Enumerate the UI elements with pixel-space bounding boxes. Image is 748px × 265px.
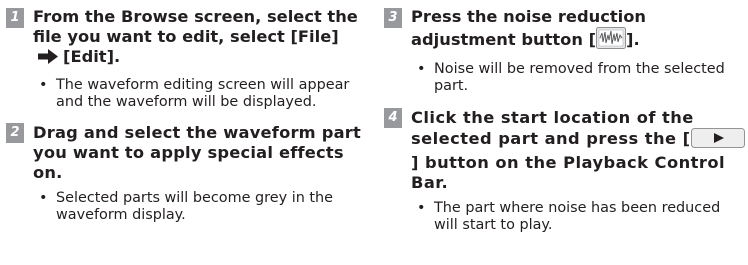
step-bullet: • Noise will be removed from the selecte… (411, 61, 746, 95)
step-bullet: • The part where noise has been reduced … (411, 200, 746, 234)
bullet-dot: • (39, 190, 48, 206)
step-title: Drag and select the waveform part you wa… (33, 123, 361, 182)
step-bullet: • Selected parts will become grey in the… (33, 190, 366, 224)
step-title-text-end: ] button on the Playback Control Bar. (411, 153, 725, 192)
right-column: 3 Press the noise reduction adjustment b… (384, 0, 746, 234)
right-arrow-icon (37, 48, 59, 70)
bullet-text: Noise will be removed from the selected … (434, 61, 725, 94)
step-2: 2 Drag and select the waveform part you … (6, 123, 366, 224)
step-4: 4 Click the start location of the select… (384, 108, 746, 234)
bullet-dot: • (39, 77, 48, 93)
step-title: Press the noise reduction adjustment but… (411, 7, 746, 54)
step-number: 2 (6, 123, 24, 143)
bullet-text: The part where noise has been reduced wi… (434, 200, 721, 233)
bullet-dot: • (417, 200, 426, 216)
step-title: Click the start location of the selected… (411, 108, 746, 193)
step-number: 3 (384, 8, 402, 28)
step-title-text-end: [Edit]. (63, 47, 121, 66)
bullet-text: The waveform editing screen will appear … (56, 77, 350, 110)
step-title-text: Click the start location of the selected… (411, 108, 694, 148)
play-button-icon (690, 128, 745, 153)
step-number: 4 (384, 108, 402, 128)
bullet-dot: • (417, 61, 426, 77)
step-1: 1 From the Browse screen, select the fil… (6, 7, 366, 111)
bullet-text: Selected parts will become grey in the w… (56, 190, 334, 223)
noise-reduction-icon (596, 27, 627, 54)
step-title-text-end: ]. (626, 30, 640, 49)
left-column: 1 From the Browse screen, select the fil… (6, 0, 366, 224)
step-bullet: • The waveform editing screen will appea… (33, 77, 366, 111)
step-number: 1 (6, 8, 24, 28)
instruction-page: 1 From the Browse screen, select the fil… (0, 0, 748, 265)
step-title-text: From the Browse screen, select the file … (33, 7, 358, 46)
step-3: 3 Press the noise reduction adjustment b… (384, 7, 746, 95)
step-title: From the Browse screen, select the file … (33, 7, 366, 70)
